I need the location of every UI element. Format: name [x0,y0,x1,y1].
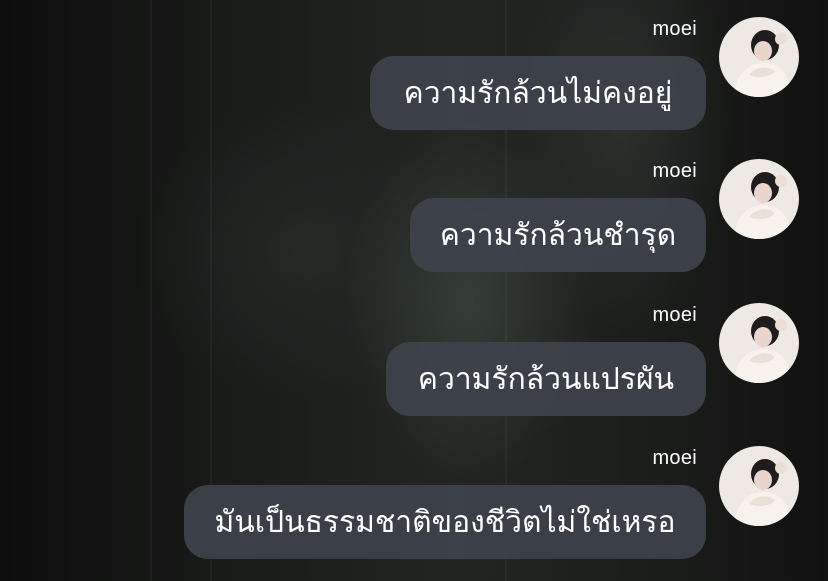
sender-name: moei [652,304,697,326]
avatar[interactable] [719,446,799,526]
sender-name: moei [652,18,697,40]
message-bubble[interactable]: ความรักล้วนไม่คงอยู่ [370,56,706,130]
avatar[interactable] [719,303,799,383]
avatar[interactable] [719,159,799,239]
message-bubble[interactable]: มันเป็นธรรมชาติของชีวิตไม่ใช่เหรอ [184,485,706,559]
avatar-image [719,303,799,383]
message-text: ความรักล้วนชำรุด [439,217,677,253]
message-text: มันเป็นธรรมชาติของชีวิตไม่ใช่เหรอ [214,504,676,540]
avatar-image [719,17,799,97]
message-text: ความรักล้วนไม่คงอยู่ [403,75,673,111]
message-bubble[interactable]: ความรักล้วนแปรผัน [386,342,706,416]
avatar[interactable] [719,17,799,97]
avatar-image [719,446,799,526]
message-text: ความรักล้วนแปรผัน [417,361,675,397]
sender-name: moei [652,447,697,469]
sender-name: moei [652,160,697,182]
message-bubble[interactable]: ความรักล้วนชำรุด [410,198,706,272]
avatar-image [719,159,799,239]
